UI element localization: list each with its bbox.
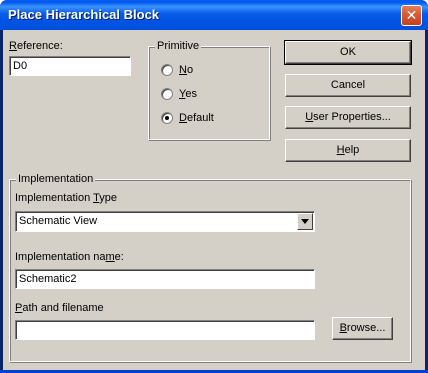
radio-circle (161, 64, 173, 76)
dialog-window: Place Hierarchical Block ✕ Reference: D0… (0, 0, 428, 373)
implementation-group-title: Implementation (16, 173, 96, 185)
implementation-type-select[interactable]: Schematic View (15, 211, 315, 232)
path-filename-label: Path and filename (15, 302, 104, 314)
help-button[interactable]: Help (285, 139, 411, 162)
ok-button[interactable]: OK (284, 40, 412, 65)
primitive-radio-no-label: No (179, 64, 194, 76)
dialog-body: Reference: D0 Primitive No Yes Default O… (3, 30, 425, 370)
cancel-button[interactable]: Cancel (285, 74, 411, 97)
implementation-name-label: Implementation name: (15, 251, 124, 263)
primitive-radio-default-label: Default (179, 112, 214, 124)
radio-dot (165, 116, 169, 120)
reference-value: D0 (13, 60, 28, 72)
dropdown-button[interactable] (297, 213, 313, 230)
primitive-radio-yes-label: Yes (179, 88, 197, 100)
implementation-group: Implementation Implementation Type Schem… (9, 173, 411, 362)
close-button[interactable]: ✕ (401, 5, 422, 26)
primitive-group-title: Primitive (155, 40, 202, 52)
title-bar[interactable]: Place Hierarchical Block ✕ (0, 0, 428, 30)
user-properties-button[interactable]: User Properties... (285, 106, 411, 129)
close-icon: ✕ (405, 7, 418, 23)
implementation-type-label: Implementation Type (15, 192, 117, 204)
radio-circle (161, 88, 173, 100)
browse-button[interactable]: Browse... (332, 317, 393, 340)
implementation-name-input[interactable]: Schematic2 (15, 269, 315, 289)
chevron-down-icon (301, 219, 309, 224)
path-filename-input[interactable] (15, 320, 315, 340)
implementation-name-value: Schematic2 (19, 273, 77, 285)
reference-input[interactable]: D0 (9, 56, 131, 76)
implementation-type-value: Schematic View (19, 215, 98, 227)
primitive-group: Primitive No Yes Default (148, 40, 270, 140)
radio-circle-selected (161, 112, 173, 124)
reference-label: Reference: (9, 40, 63, 52)
window-title: Place Hierarchical Block (8, 7, 160, 22)
